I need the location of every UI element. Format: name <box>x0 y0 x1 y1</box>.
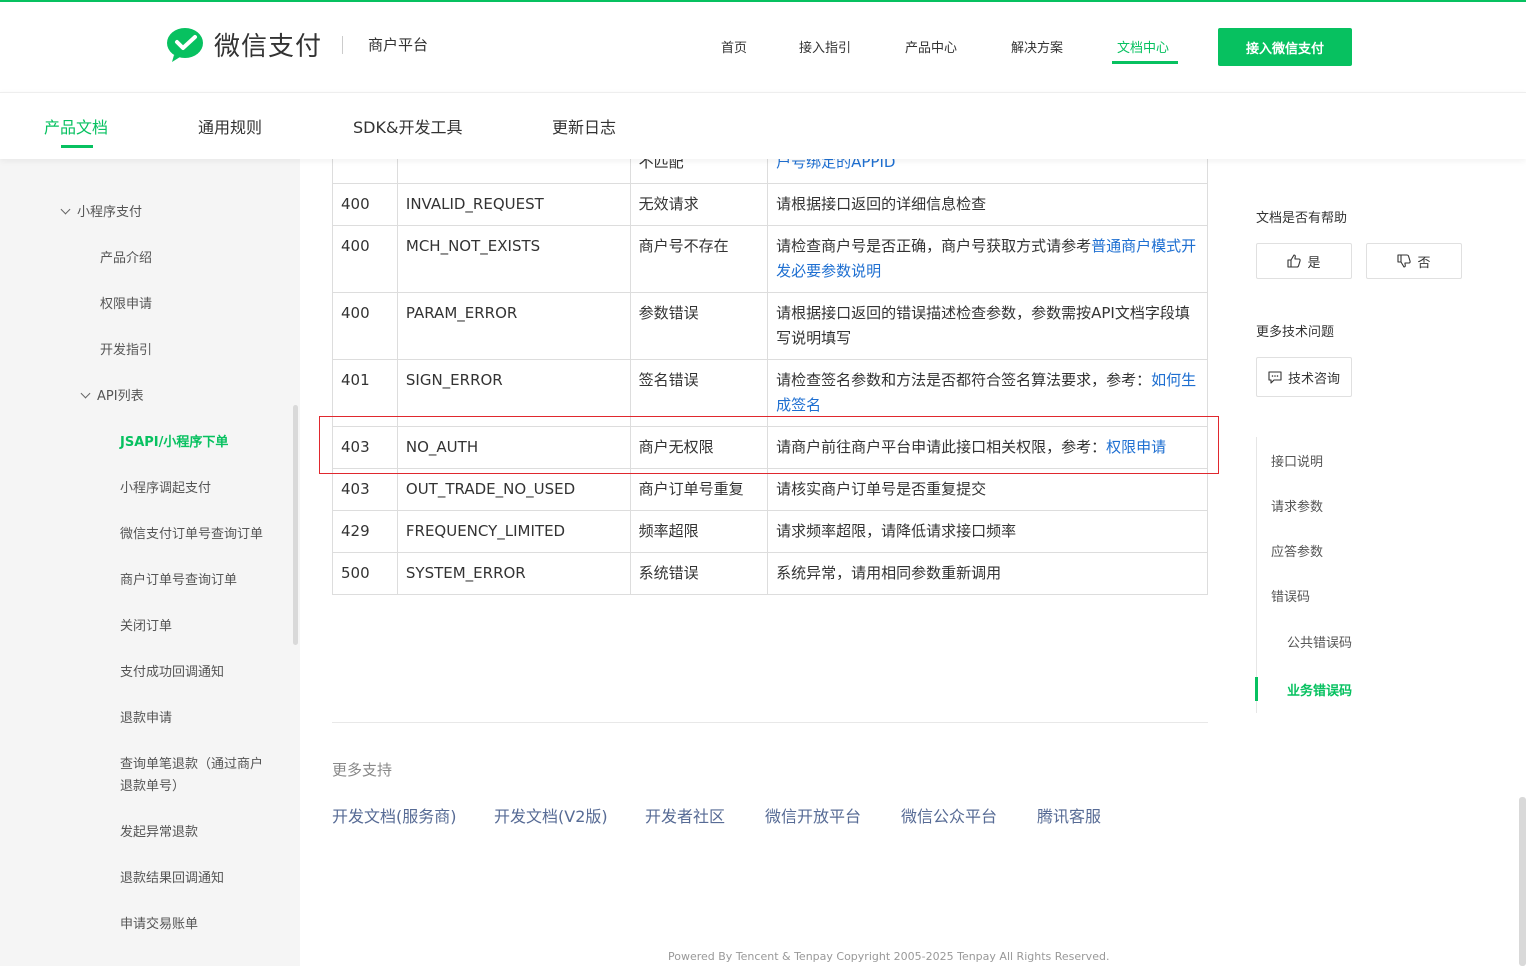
sidebar-item-label: 退款单号） <box>120 779 186 794</box>
link-dev-community[interactable]: 开发者社区 <box>645 803 725 827</box>
toc-item-common-errors[interactable]: 公共错误码 <box>1287 632 1352 651</box>
chevron-down-icon <box>60 204 71 215</box>
tab-general-rules[interactable]: 通用规则 <box>198 114 262 138</box>
tab-changelog[interactable]: 更新日志 <box>552 114 616 138</box>
table-row: 403 OUT_TRADE_NO_USED 商户订单号重复 请核实商户订单号是否… <box>332 468 1208 511</box>
brand-logo[interactable]: 微信支付 <box>166 26 322 63</box>
site-header: 微信支付 商户平台 首页 接入指引 产品中心 解决方案 文档中心 接入微信支付 <box>0 2 1526 92</box>
left-sidebar: 小程序支付 产品介绍 权限申请 开发指引 API列表 JSAPI/小程序下单 小… <box>0 159 300 966</box>
sidebar-group-api-list[interactable]: API列表 <box>80 386 144 408</box>
tech-consult-button[interactable]: 技术咨询 <box>1256 357 1352 397</box>
tab-sdk-tools[interactable]: SDK&开发工具 <box>353 114 462 138</box>
toc-item-request-params[interactable]: 请求参数 <box>1271 496 1323 515</box>
nav-docs[interactable]: 文档中心 <box>1117 37 1169 56</box>
nav-products[interactable]: 产品中心 <box>905 37 957 56</box>
error-code-table: 不匹配 户号绑定的APPID 400 INVALID_REQUEST 无效请求 … <box>332 139 1208 595</box>
link-official-accounts[interactable]: 微信公众平台 <box>901 803 997 827</box>
platform-name: 商户平台 <box>368 36 429 54</box>
sidebar-item-label: 查询单笔退款（通过商户 <box>120 757 264 772</box>
link-dev-docs-v2[interactable]: 开发文档(V2版) <box>494 803 608 827</box>
table-row-highlighted: 403 NO_AUTH 商户无权限 请商户前往商户平台申请此接口相关权限，参考：… <box>332 426 1208 469</box>
toc-active-indicator <box>1255 677 1258 701</box>
chat-bubble-icon <box>1268 370 1282 384</box>
sidebar-item-query-refund[interactable]: 查询单笔退款（通过商户 退款单号） <box>120 754 263 798</box>
sidebar-item-refund-notify[interactable]: 退款结果回调通知 <box>120 868 224 890</box>
table-row: 400 PARAM_ERROR 参数错误 请根据接口返回的错误描述检查参数，参数… <box>332 292 1208 360</box>
header-divider <box>342 36 343 54</box>
toc-item-api-desc[interactable]: 接口说明 <box>1271 451 1323 470</box>
sidebar-item-abnormal-refund[interactable]: 发起异常退款 <box>120 822 198 844</box>
nav-solutions[interactable]: 解决方案 <box>1011 37 1063 56</box>
sidebar-item-invoke-pay[interactable]: 小程序调起支付 <box>120 478 211 500</box>
more-support-title: 更多支持 <box>332 761 393 779</box>
nav-home[interactable]: 首页 <box>721 37 747 56</box>
toc-item-business-errors[interactable]: 业务错误码 <box>1287 680 1352 699</box>
doc-subnav: 产品文档 通用规则 SDK&开发工具 更新日志 <box>0 92 1526 159</box>
table-row: 500 SYSTEM_ERROR 系统错误 系统异常，请用相同参数重新调用 <box>332 552 1208 595</box>
sidebar-item-query-by-transaction-id[interactable]: 微信支付订单号查询订单 <box>120 524 263 546</box>
sidebar-group-miniprogram-pay[interactable]: 小程序支付 <box>60 202 142 224</box>
link-tencent-support[interactable]: 腾讯客服 <box>1037 803 1101 827</box>
helpful-yes-button[interactable]: 是 <box>1256 243 1352 279</box>
toc-item-error-codes[interactable]: 错误码 <box>1271 586 1310 605</box>
nav-guide[interactable]: 接入指引 <box>799 37 851 56</box>
link-dev-docs-partner[interactable]: 开发文档(服务商) <box>332 803 457 827</box>
sidebar-item-query-by-out-trade-no[interactable]: 商户订单号查询订单 <box>120 570 237 592</box>
subnav-active-indicator <box>61 145 93 148</box>
feedback-title: 文档是否有帮助 <box>1256 211 1348 226</box>
copyright-footer: Powered By Tencent & Tenpay Copyright 20… <box>668 950 1110 963</box>
more-questions-title: 更多技术问题 <box>1256 325 1335 340</box>
thumbs-up-icon <box>1287 254 1302 268</box>
sidebar-item-close-order[interactable]: 关闭订单 <box>120 616 172 638</box>
sidebar-item-pay-notify[interactable]: 支付成功回调通知 <box>120 662 224 684</box>
sidebar-item-dev-guide[interactable]: 开发指引 <box>100 340 152 362</box>
section-divider <box>332 722 1208 723</box>
page-scrollbar[interactable] <box>1519 797 1526 966</box>
thumbs-down-icon <box>1397 254 1412 268</box>
sidebar-item-refund[interactable]: 退款申请 <box>120 708 172 730</box>
sidebar-item-permission[interactable]: 权限申请 <box>100 294 152 316</box>
table-row: 429 FREQUENCY_LIMITED 频率超限 请求频率超限，请降低请求接… <box>332 510 1208 553</box>
chevron-down-icon <box>80 388 91 399</box>
nav-active-indicator <box>1112 61 1178 64</box>
sidebar-item-jsapi-order[interactable]: JSAPI/小程序下单 <box>120 432 228 454</box>
tab-product-docs[interactable]: 产品文档 <box>44 114 108 138</box>
helpful-no-button[interactable]: 否 <box>1366 243 1462 279</box>
sidebar-item-intro[interactable]: 产品介绍 <box>100 248 152 270</box>
brand-name: 微信支付 <box>214 32 323 62</box>
doc-link[interactable]: 权限申请 <box>1106 438 1166 456</box>
table-row: 400 MCH_NOT_EXISTS 商户号不存在 请检查商户号是否正确，商户号… <box>332 225 1208 293</box>
sidebar-scrollbar[interactable] <box>293 405 298 645</box>
table-row: 401 SIGN_ERROR 签名错误 请检查签名参数和方法是否都符合签名算法要… <box>332 359 1208 427</box>
wechat-pay-logo-icon <box>167 27 203 62</box>
join-wechat-pay-button[interactable]: 接入微信支付 <box>1218 28 1352 66</box>
sidebar-item-trade-bill[interactable]: 申请交易账单 <box>120 914 198 936</box>
link-open-platform[interactable]: 微信开放平台 <box>765 803 861 827</box>
toc-rail <box>1256 437 1257 713</box>
table-row: 400 INVALID_REQUEST 无效请求 请根据接口返回的详细信息检查 <box>332 183 1208 226</box>
toc-item-response-params[interactable]: 应答参数 <box>1271 541 1323 560</box>
